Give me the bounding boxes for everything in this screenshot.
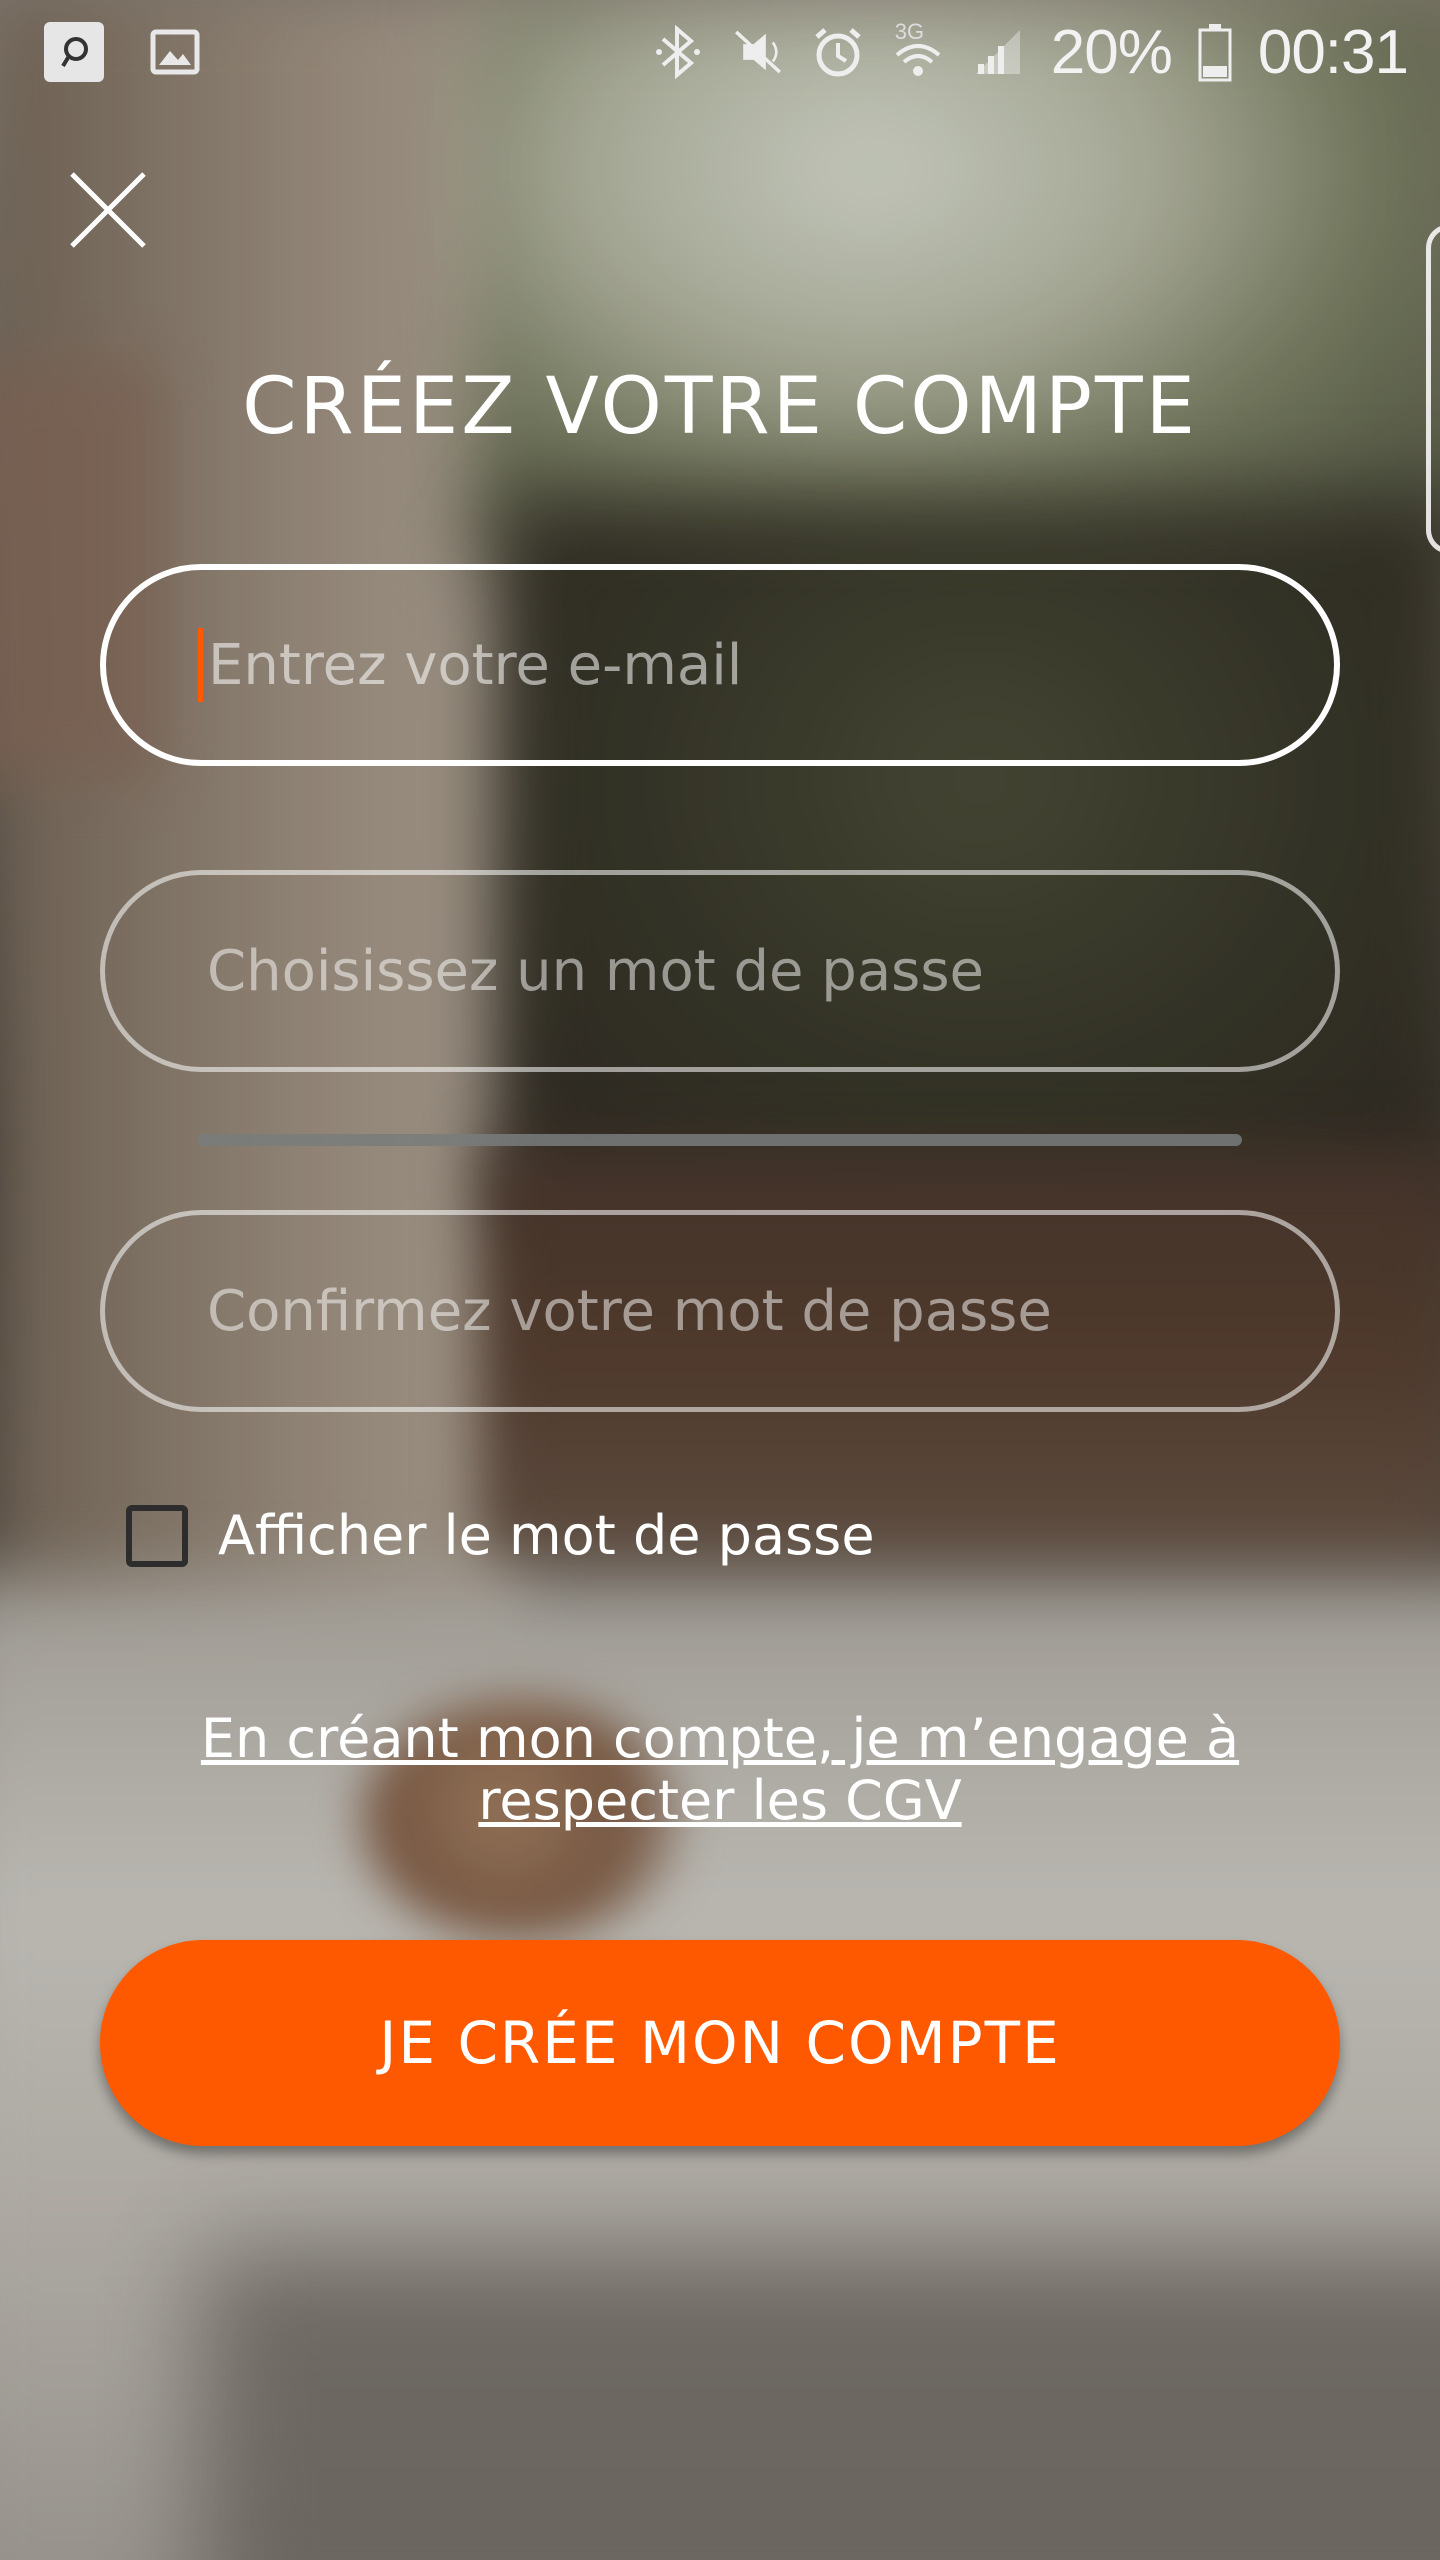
app-notification-icon: [44, 22, 104, 82]
terms-link[interactable]: En créant mon compte, je m’engage à resp…: [120, 1708, 1320, 1832]
status-bar: 3G 20% 00:31: [0, 0, 1440, 104]
close-button[interactable]: [62, 164, 154, 256]
bluetooth-icon: [651, 25, 705, 79]
email-input[interactable]: [206, 631, 1334, 699]
battery-percentage: 20%: [1050, 17, 1173, 87]
show-password-row[interactable]: Afficher le mot de passe: [126, 1504, 875, 1567]
email-field[interactable]: [100, 564, 1340, 766]
battery-icon: [1198, 22, 1232, 82]
image-notification-icon: [148, 25, 202, 79]
mute-icon: [731, 25, 785, 79]
password-input[interactable]: [205, 937, 1335, 1005]
password-strength-bar: [198, 1134, 1242, 1146]
network-type-label: 3G: [894, 19, 925, 44]
wifi-icon: 3G: [891, 19, 945, 79]
password-field[interactable]: [100, 870, 1340, 1072]
show-password-checkbox[interactable]: [126, 1504, 188, 1567]
confirm-password-field[interactable]: [100, 1210, 1340, 1412]
signal-icon: [971, 25, 1025, 79]
show-password-label[interactable]: Afficher le mot de passe: [218, 1504, 875, 1567]
page-title: CRÉEZ VOTRE COMPTE: [242, 362, 1198, 452]
close-icon: [70, 172, 146, 248]
text-caret: [198, 628, 203, 702]
alarm-icon: [811, 25, 865, 79]
clock: 00:31: [1257, 17, 1409, 87]
create-account-button[interactable]: JE CRÉE MON COMPTE: [100, 1940, 1340, 2146]
confirm-password-input[interactable]: [205, 1277, 1335, 1345]
